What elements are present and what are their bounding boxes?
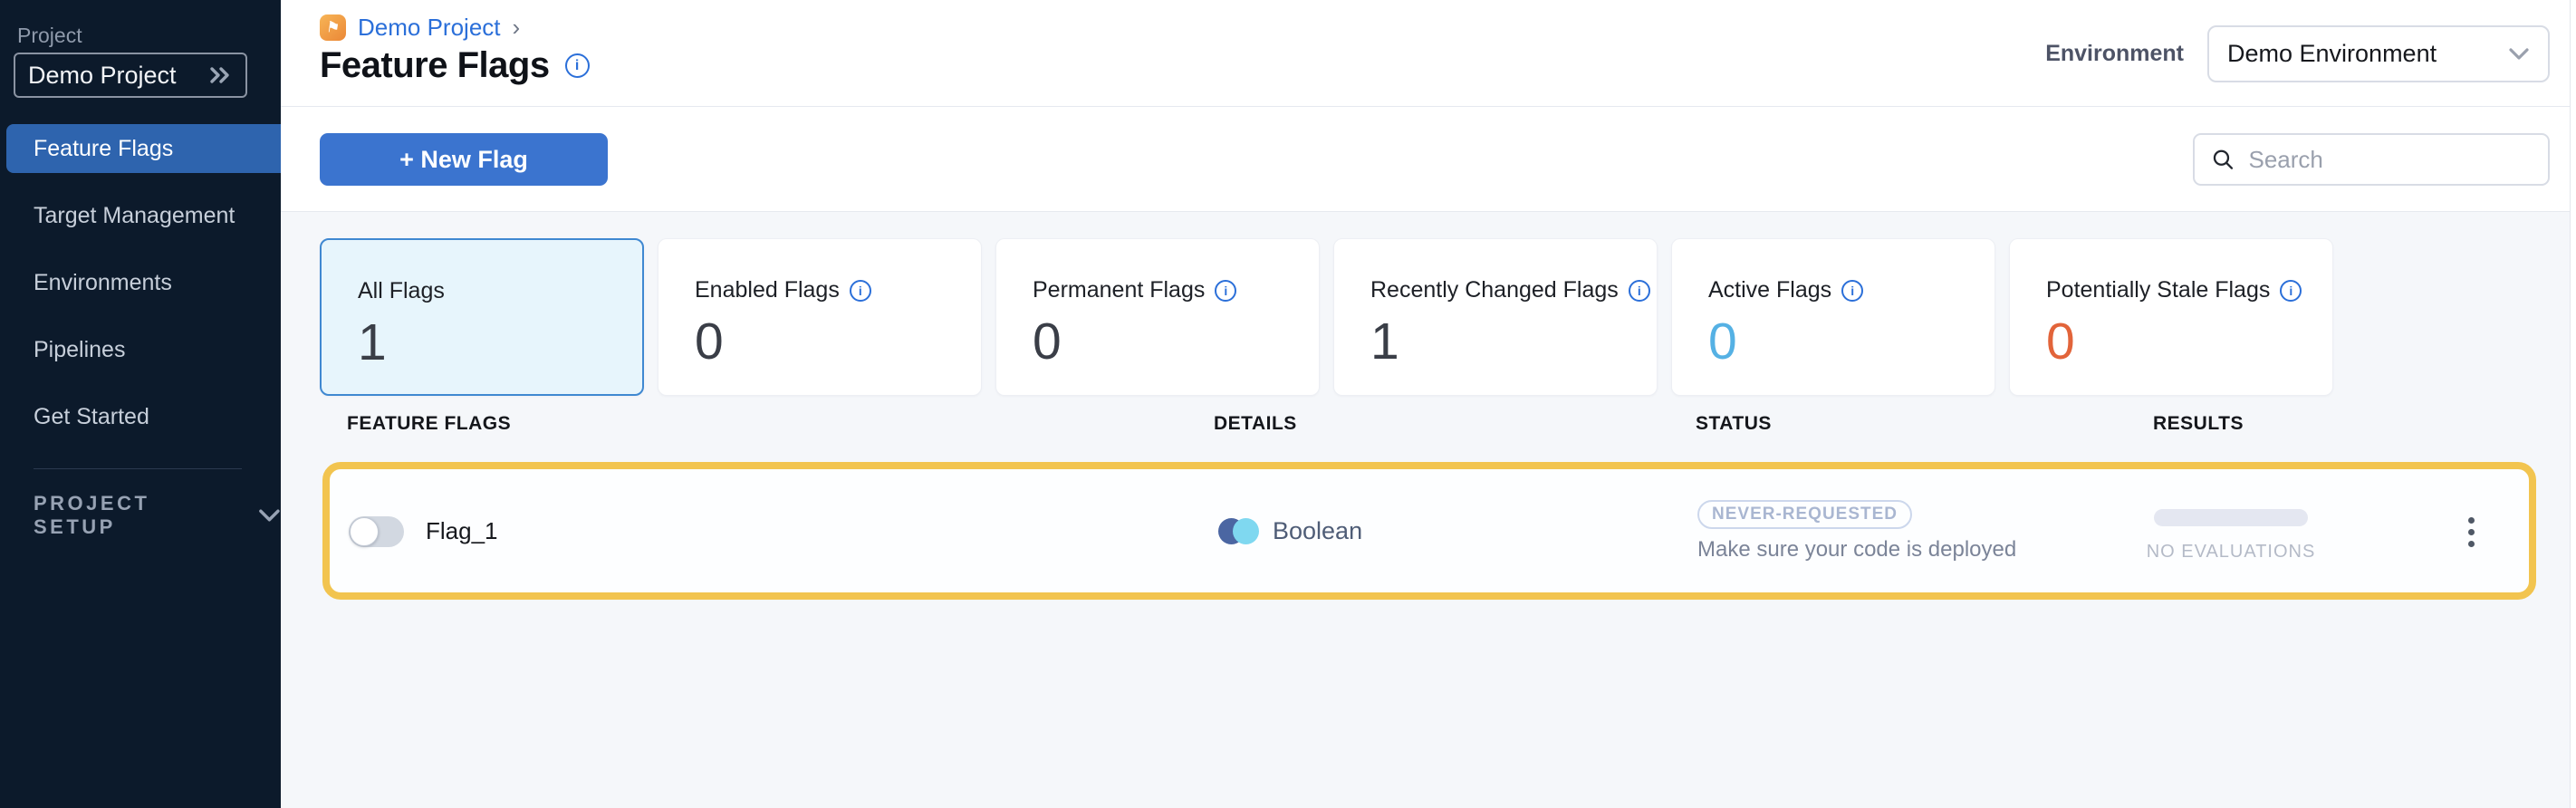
stat-value: 0 bbox=[695, 312, 981, 371]
new-flag-button[interactable]: + New Flag bbox=[320, 133, 608, 186]
stat-value: 0 bbox=[1033, 312, 1319, 371]
page-header: Demo Project › Feature Flags Environment… bbox=[281, 0, 2576, 107]
breadcrumb-link-demo-project[interactable]: Demo Project bbox=[358, 14, 501, 42]
evaluations-bar bbox=[2154, 509, 2308, 526]
flag-type: Boolean bbox=[1218, 469, 1362, 592]
environment-label: Environment bbox=[2045, 41, 2184, 67]
chevron-down-icon bbox=[2508, 47, 2530, 61]
info-icon[interactable] bbox=[1215, 280, 1236, 302]
flag-type-label: Boolean bbox=[1273, 517, 1362, 545]
toolbar: + New Flag bbox=[281, 107, 2576, 212]
project-name: Demo Project bbox=[28, 62, 177, 90]
search-icon bbox=[2211, 146, 2235, 173]
stat-value: 1 bbox=[1370, 312, 1657, 371]
sidebar-nav: Feature Flags Target Management Environm… bbox=[0, 124, 281, 459]
project-setup-section[interactable]: PROJECT SETUP bbox=[34, 500, 281, 531]
breadcrumb: Demo Project › bbox=[320, 14, 520, 42]
main-area: Demo Project › Feature Flags Environment… bbox=[281, 0, 2576, 808]
project-label: Project bbox=[17, 24, 82, 48]
stat-value: 0 bbox=[1708, 312, 1994, 371]
environment-select[interactable]: Demo Environment bbox=[2207, 25, 2550, 82]
project-flag-icon bbox=[320, 14, 346, 41]
stat-card-enabled-flags[interactable]: Enabled Flags 0 bbox=[658, 238, 982, 396]
boolean-type-icon bbox=[1218, 518, 1259, 544]
sidebar-item-target-management[interactable]: Target Management bbox=[0, 191, 281, 240]
stat-label: Active Flags bbox=[1708, 277, 1831, 303]
sidebar-item-label: Get Started bbox=[34, 404, 149, 430]
column-header-results: RESULTS bbox=[2153, 413, 2244, 435]
search-input[interactable] bbox=[2248, 146, 2532, 174]
search-box[interactable] bbox=[2193, 133, 2550, 186]
stat-label: Permanent Flags bbox=[1033, 277, 1205, 303]
stat-label: Recently Changed Flags bbox=[1370, 277, 1619, 303]
sidebar-item-label: Feature Flags bbox=[34, 136, 173, 162]
stat-card-all-flags[interactable]: All Flags 1 bbox=[320, 238, 644, 396]
stat-label: All Flags bbox=[358, 278, 445, 304]
stat-value: 0 bbox=[2046, 312, 2332, 371]
stat-value: 1 bbox=[358, 313, 642, 372]
stat-label: Enabled Flags bbox=[695, 277, 840, 303]
sidebar: Project Demo Project Feature Flags Targe… bbox=[0, 0, 281, 808]
stat-card-potentially-stale-flags[interactable]: Potentially Stale Flags 0 bbox=[2009, 238, 2333, 396]
status-text: Make sure your code is deployed bbox=[1697, 537, 2016, 563]
column-header-status: STATUS bbox=[1696, 413, 1772, 435]
sidebar-divider bbox=[34, 468, 242, 469]
sidebar-item-label: Target Management bbox=[34, 203, 235, 229]
info-icon[interactable] bbox=[850, 280, 871, 302]
sidebar-item-get-started[interactable]: Get Started bbox=[0, 392, 281, 441]
flag-name[interactable]: Flag_1 bbox=[426, 469, 498, 592]
status-badge: NEVER-REQUESTED bbox=[1697, 500, 1912, 529]
chevron-down-icon bbox=[258, 508, 281, 523]
project-selector[interactable]: Demo Project bbox=[14, 53, 247, 98]
sidebar-item-feature-flags[interactable]: Feature Flags bbox=[6, 124, 281, 173]
flag-results: NO EVALUATIONS bbox=[2154, 509, 2308, 563]
row-menu-button[interactable] bbox=[2453, 514, 2489, 550]
scrollbar[interactable] bbox=[2570, 0, 2576, 808]
info-icon[interactable] bbox=[1841, 280, 1863, 302]
stats-cards: All Flags 1 Enabled Flags 0 Permanent Fl… bbox=[320, 238, 2333, 396]
environment-value: Demo Environment bbox=[2227, 40, 2437, 68]
column-header-details: DETAILS bbox=[1214, 413, 1297, 435]
environment-group: Environment Demo Environment bbox=[2045, 0, 2550, 107]
page-title: Feature Flags bbox=[320, 45, 550, 86]
info-icon[interactable] bbox=[2280, 280, 2302, 302]
flag-status: NEVER-REQUESTED Make sure your code is d… bbox=[1697, 500, 2016, 563]
stat-card-recently-changed-flags[interactable]: Recently Changed Flags 1 bbox=[1333, 238, 1658, 396]
column-header-feature-flags: FEATURE FLAGS bbox=[347, 413, 511, 435]
table-row-flag-1[interactable]: Flag_1 Boolean NEVER-REQUESTED Make sure… bbox=[322, 462, 2536, 600]
flag-toggle[interactable] bbox=[349, 516, 404, 547]
content-area: All Flags 1 Enabled Flags 0 Permanent Fl… bbox=[281, 212, 2576, 808]
toggle-thumb bbox=[350, 517, 379, 546]
feature-flags-page: Project Demo Project Feature Flags Targe… bbox=[0, 0, 2576, 808]
stat-card-active-flags[interactable]: Active Flags 0 bbox=[1671, 238, 1995, 396]
info-icon[interactable] bbox=[1629, 280, 1650, 302]
evaluations-label: NO EVALUATIONS bbox=[2147, 542, 2316, 563]
stat-label: Potentially Stale Flags bbox=[2046, 277, 2270, 303]
stat-card-permanent-flags[interactable]: Permanent Flags 0 bbox=[995, 238, 1320, 396]
project-setup-label: PROJECT SETUP bbox=[34, 492, 231, 539]
info-icon[interactable] bbox=[565, 53, 590, 78]
sidebar-item-label: Environments bbox=[34, 270, 172, 296]
expand-sidebar-icon[interactable] bbox=[207, 64, 233, 86]
chevron-right-icon: › bbox=[513, 14, 521, 42]
sidebar-item-label: Pipelines bbox=[34, 337, 125, 363]
sidebar-item-environments[interactable]: Environments bbox=[0, 258, 281, 307]
page-title-row: Feature Flags bbox=[320, 45, 590, 86]
sidebar-item-pipelines[interactable]: Pipelines bbox=[0, 325, 281, 374]
